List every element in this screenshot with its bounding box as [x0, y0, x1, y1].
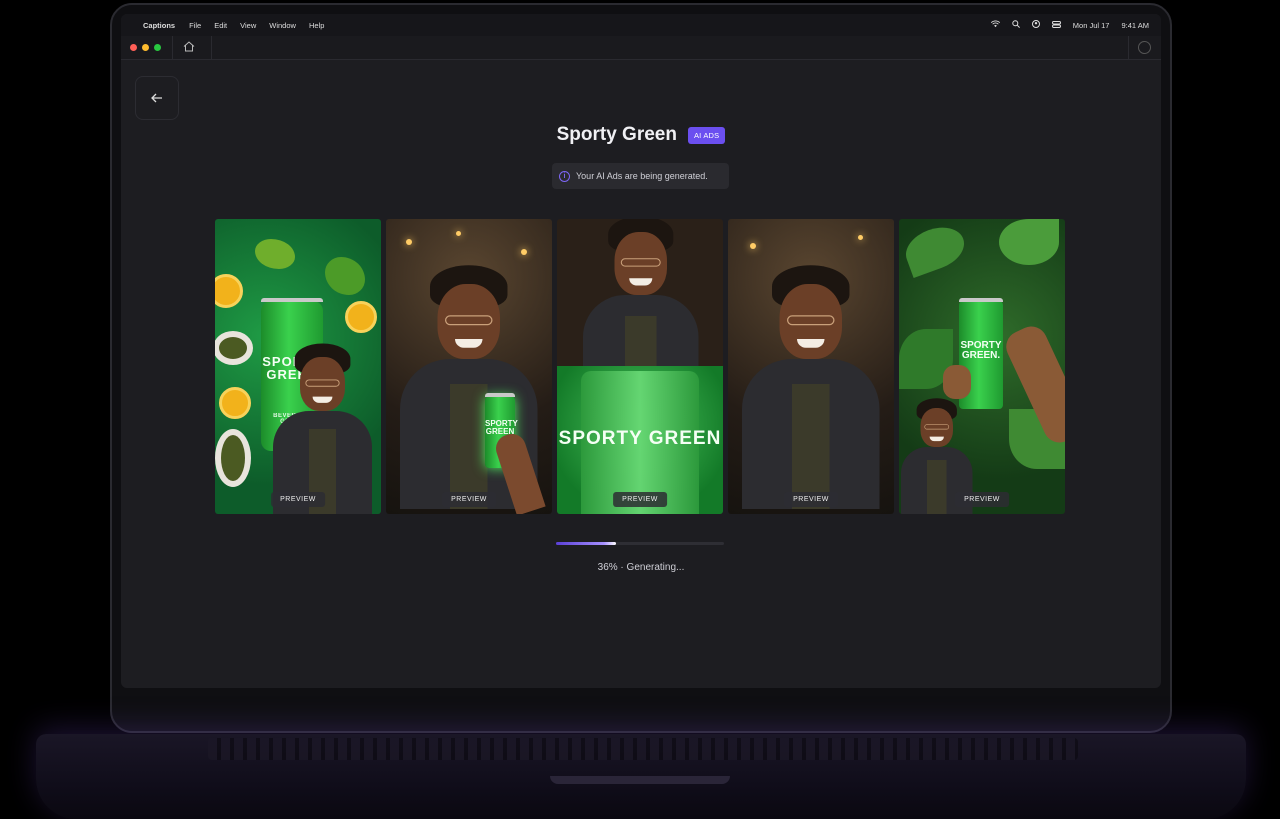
ad-card[interactable]: SPORTY GREEN BEVERAGE GREEN PREVIEW	[215, 219, 381, 514]
menu-app-name[interactable]: Captions	[143, 21, 175, 30]
ad-thumbnail	[728, 219, 894, 514]
preview-button[interactable]: PREVIEW	[784, 492, 838, 507]
menu-bar: Captions File Edit View Window Help Mon …	[121, 14, 1161, 36]
ad-card[interactable]: SPORTY GREEN PREVIEW	[557, 219, 723, 514]
info-icon: i	[559, 170, 570, 182]
ad-gallery: SPORTY GREEN BEVERAGE GREEN PREVIEW SPOR…	[215, 219, 1066, 514]
preview-button[interactable]: PREVIEW	[613, 492, 667, 507]
product-label: SPORTY GREEN	[558, 428, 722, 449]
laptop-notch	[550, 776, 730, 784]
person	[742, 259, 880, 509]
ad-thumbnail: SPORTY GREEN BEVERAGE GREEN	[215, 219, 381, 514]
ad-card[interactable]: SPORTY GREEN PREVIEW	[386, 219, 552, 514]
back-button[interactable]	[135, 76, 179, 120]
person	[273, 339, 372, 514]
menu-file[interactable]: File	[189, 21, 201, 30]
menu-date[interactable]: Mon Jul 17	[1073, 21, 1110, 30]
generation-notice: i Your AI Ads are being generated.	[552, 163, 729, 189]
toolbar-divider	[1128, 36, 1129, 60]
project-header: Sporty Green AI ADS	[121, 124, 1161, 146]
search-icon[interactable]	[1012, 20, 1020, 30]
progress-fill	[556, 542, 617, 545]
menu-edit[interactable]: Edit	[214, 21, 227, 30]
window-toolbar	[121, 35, 1161, 60]
close-window-button[interactable]	[130, 44, 137, 51]
product-label: SPORTY GREEN.	[960, 340, 1002, 361]
ad-thumbnail: SPORTY GREEN	[386, 219, 552, 514]
keyboard-row	[208, 738, 1078, 760]
preview-button[interactable]: PREVIEW	[271, 492, 325, 507]
menu-view[interactable]: View	[240, 21, 256, 30]
generation-progress-bar	[556, 542, 724, 545]
arrow-left-icon	[151, 93, 162, 103]
wifi-icon[interactable]	[990, 20, 1000, 30]
user-icon[interactable]	[1031, 20, 1040, 30]
project-title: Sporty Green	[556, 124, 677, 145]
menu-time[interactable]: 9:41 AM	[1121, 21, 1149, 30]
ad-thumbnail: SPORTY GREEN	[557, 219, 723, 514]
home-icon[interactable]	[173, 40, 205, 55]
app-window: Captions File Edit View Window Help Mon …	[121, 14, 1161, 688]
toolbar-divider	[211, 35, 212, 60]
notice-text: Your AI Ads are being generated.	[576, 171, 708, 181]
ai-ads-badge: AI ADS	[687, 126, 726, 144]
ad-card[interactable]: PREVIEW	[728, 219, 894, 514]
menu-help[interactable]: Help	[309, 21, 324, 30]
ad-thumbnail: SPORTY GREEN.	[899, 219, 1065, 514]
account-icon[interactable]	[1138, 41, 1151, 54]
menu-window[interactable]: Window	[269, 21, 296, 30]
preview-button[interactable]: PREVIEW	[955, 492, 1009, 507]
progress-status: 36% · Generating...	[597, 562, 685, 573]
preview-button[interactable]: PREVIEW	[442, 492, 496, 507]
minimize-window-button[interactable]	[142, 44, 149, 51]
menu-status-area: Mon Jul 17 9:41 AM	[990, 20, 1149, 30]
zoom-window-button[interactable]	[154, 44, 161, 51]
ad-card[interactable]: SPORTY GREEN. PREVIEW	[899, 219, 1065, 514]
control-center-icon[interactable]	[1051, 20, 1061, 30]
